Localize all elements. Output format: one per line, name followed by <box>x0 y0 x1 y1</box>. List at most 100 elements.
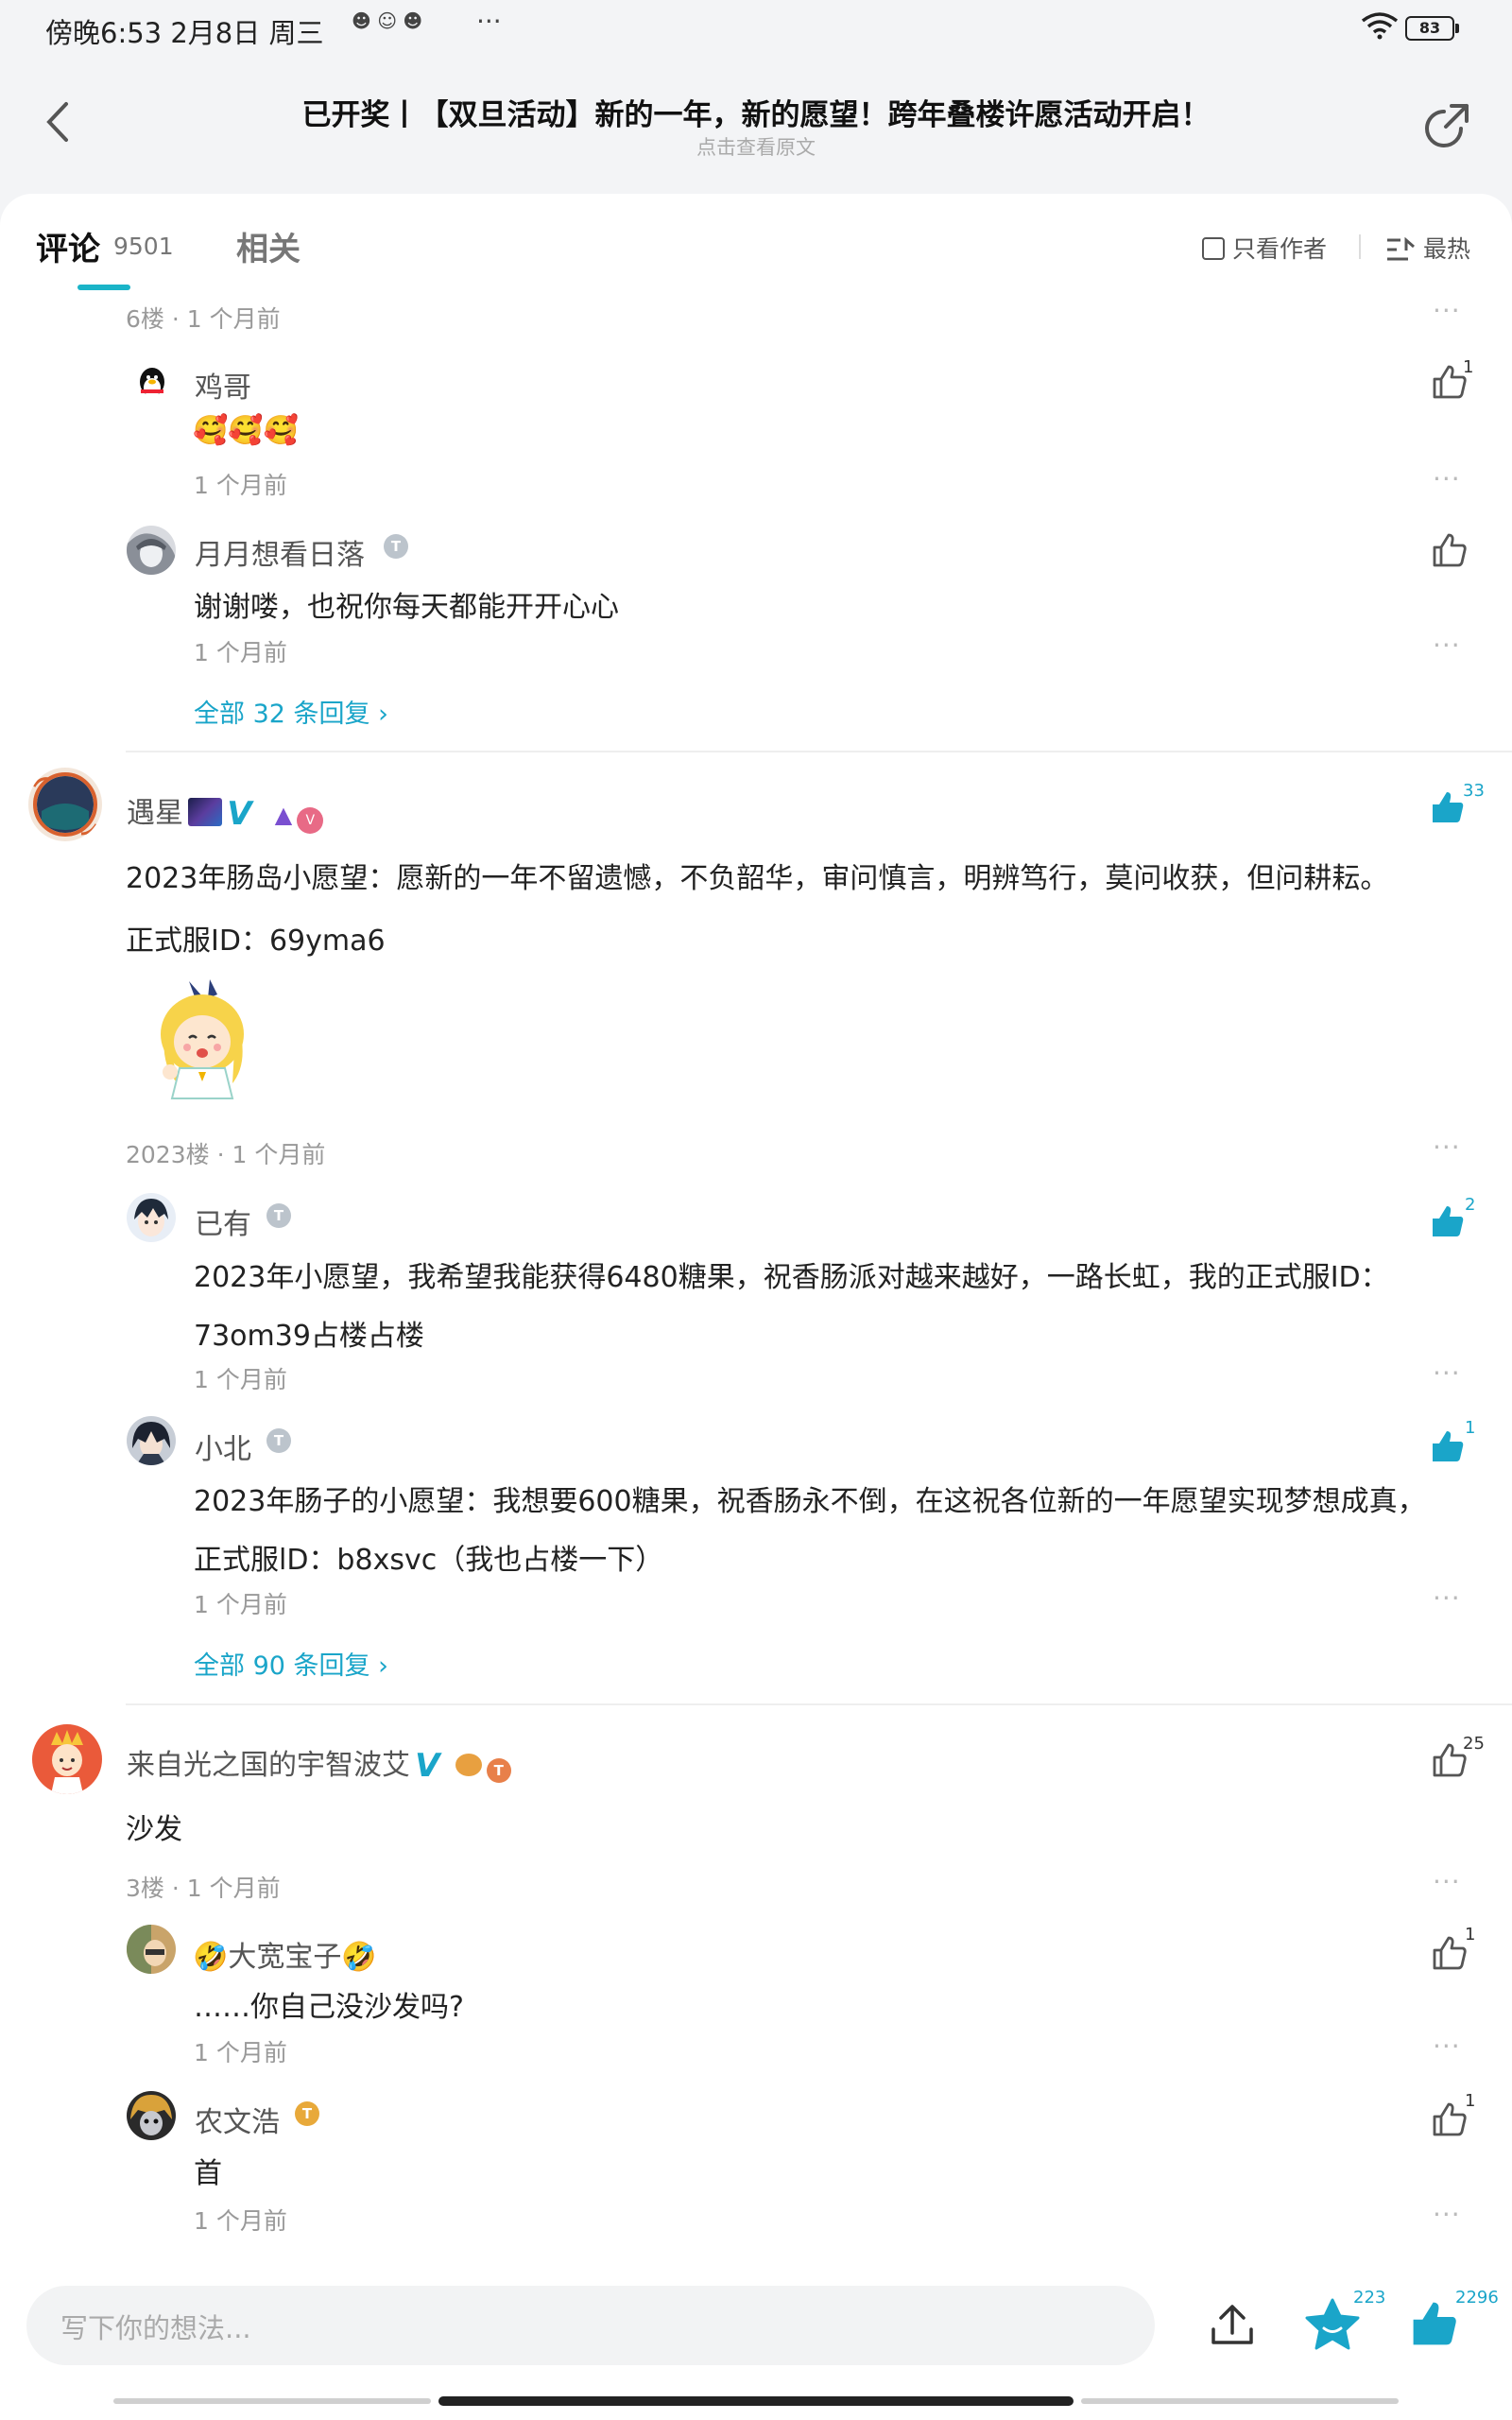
reply-text: 73om39占楼占楼 <box>194 1320 424 1353</box>
reply-text: 谢谢喽，也祝你每天都能开开心心 <box>194 591 619 624</box>
user-name-row: 遇星 V ▲ V <box>127 789 324 834</box>
status-more-icon: ··· <box>476 6 502 37</box>
only-author-toggle[interactable]: 只看作者 <box>1202 231 1327 265</box>
verified-v-icon: V <box>227 795 252 833</box>
like-count: 33 <box>1463 781 1485 801</box>
gesture-nav-bar[interactable] <box>113 2396 1399 2406</box>
user-name[interactable]: 🤣大宽宝子🤣 <box>193 1933 377 1975</box>
more-icon[interactable]: ··· <box>1433 630 1461 661</box>
more-icon[interactable]: ··· <box>1433 1866 1461 1897</box>
like-count: 1 <box>1465 1925 1476 1945</box>
like-count: 1 <box>1463 357 1474 377</box>
only-author-label: 只看作者 <box>1232 235 1328 263</box>
view-all-replies-link[interactable]: 全部 32 条回复 › <box>194 693 388 730</box>
tab-related[interactable]: 相关 <box>236 223 301 269</box>
user-name[interactable]: 已有 <box>195 1201 251 1242</box>
floor-meta: 2023楼 · 1 个月前 <box>126 1141 326 1168</box>
more-icon[interactable]: ··· <box>1433 1132 1461 1163</box>
post-title[interactable]: 已开奖丨【双旦活动】新的一年，新的愿望！跨年叠楼许愿活动开启！ <box>0 91 1512 133</box>
level-badge-icon: V <box>297 807 324 834</box>
like-count: 25 <box>1463 1734 1485 1754</box>
user-name[interactable]: 农文浩 <box>195 2099 280 2140</box>
notification-icons: ☻ ☺ ☻ <box>352 9 423 32</box>
like-total-count: 2296 <box>1455 2288 1499 2308</box>
user-name[interactable]: 遇星 <box>127 797 183 830</box>
reply-time: 1 个月前 <box>194 472 287 499</box>
thumb-up-icon[interactable] <box>1429 1202 1467 1240</box>
like-count: 1 <box>1465 1418 1476 1438</box>
more-icon[interactable]: ··· <box>1433 1582 1461 1614</box>
user-name[interactable]: 小北 <box>195 1426 251 1467</box>
more-icon[interactable]: ··· <box>1433 1357 1461 1389</box>
view-original-link[interactable]: 点击查看原文 <box>0 132 1512 161</box>
reply-text: 正式服lD：b8xsvc（我也占楼一下） <box>194 1544 664 1577</box>
reply-time: 1 个月前 <box>194 2207 287 2235</box>
view-all-replies-link[interactable]: 全部 90 条回复 › <box>194 1645 388 1682</box>
avatar[interactable] <box>129 359 176 406</box>
upload-icon[interactable] <box>1208 2301 1257 2350</box>
avatar[interactable] <box>127 1925 176 1974</box>
level-badge-icon: T <box>486 1757 511 1783</box>
avatar[interactable] <box>127 1416 176 1465</box>
checkbox-icon[interactable] <box>1202 237 1225 260</box>
reply-time: 1 个月前 <box>194 2039 287 2066</box>
reply-text: ……你自己没沙发吗? <box>194 1991 464 2024</box>
share-icon[interactable] <box>1423 100 1472 149</box>
reply-time: 1 个月前 <box>194 1366 287 1393</box>
divider <box>126 1703 1512 1705</box>
user-name[interactable]: 鸡哥 <box>195 364 251 406</box>
comment-text: 2023年肠岛小愿望：愿新的一年不留遗憾，不负韶华，审问慎言，明辨笃行，莫问收获… <box>126 862 1389 895</box>
floor-meta: 3楼 · 1 个月前 <box>126 1875 281 1902</box>
reply-time: 1 个月前 <box>194 639 287 666</box>
reply-text: 首 <box>194 2157 222 2190</box>
user-name[interactable]: 月月想看日落 <box>195 531 365 573</box>
thumb-up-icon[interactable] <box>1429 788 1467 826</box>
star-count: 223 <box>1353 2288 1386 2308</box>
reply-text: 2023年肠子的小愿望：我想要600糖果，祝香肠永不倒，在这祝各位新的一年愿望实… <box>194 1485 1426 1518</box>
reply-text: 2023年小愿望，我希望我能获得6480糖果，祝香肠派对越来越好，一路长虹，我的… <box>194 1261 1389 1294</box>
divider <box>126 751 1512 752</box>
comment-text: 正式服ID：69yma6 <box>126 925 386 958</box>
avatar[interactable] <box>127 2091 176 2140</box>
level-badge-icon: T <box>384 534 408 559</box>
more-icon[interactable]: ··· <box>1433 463 1461 494</box>
thumb-up-icon[interactable] <box>1431 2100 1469 2138</box>
avatar[interactable] <box>127 526 176 575</box>
medal-icon <box>455 1754 482 1776</box>
level-badge-icon: T <box>266 1428 291 1453</box>
status-bar: 傍晚6:53 2月8日 周三 ☻ ☺ ☻ ··· 83 <box>0 0 1512 57</box>
avatar[interactable] <box>28 768 102 841</box>
star-icon[interactable] <box>1304 2297 1361 2352</box>
thumb-up-icon[interactable] <box>1431 1934 1469 1972</box>
more-icon[interactable]: ··· <box>1433 2031 1461 2062</box>
reply-time: 1 个月前 <box>194 1591 287 1618</box>
sort-button[interactable]: 最热 <box>1385 231 1470 265</box>
comment-input-placeholder[interactable]: 写下你的想法... <box>60 2307 251 2346</box>
avatar[interactable] <box>127 1193 176 1242</box>
avatar[interactable] <box>32 1724 102 1794</box>
user-name-row: 来自光之国的宇智波艾 V T <box>127 1741 511 1785</box>
battery-indicator: 83 <box>1405 16 1459 41</box>
verified-v-icon: V <box>415 1747 440 1785</box>
level-badge-icon: T <box>295 2101 319 2126</box>
thumb-up-icon[interactable] <box>1429 1427 1467 1465</box>
tab-comments[interactable]: 评论 <box>36 223 100 269</box>
comment-text: 沙发 <box>126 1813 182 1846</box>
status-time: 傍晚6:53 2月8日 周三 <box>45 17 324 49</box>
more-icon[interactable]: ··· <box>1433 295 1461 326</box>
like-count: 1 <box>1465 2091 1476 2111</box>
comments-count: 9501 <box>113 233 174 260</box>
wifi-icon <box>1361 12 1399 40</box>
like-count: 2 <box>1465 1195 1476 1215</box>
thumb-up-icon[interactable] <box>1431 531 1469 569</box>
sort-icon <box>1387 236 1415 261</box>
divider <box>1359 234 1361 259</box>
sort-label: 最热 <box>1423 235 1471 263</box>
tab-active-indicator <box>77 285 130 290</box>
more-icon[interactable]: ··· <box>1433 2199 1461 2230</box>
medal-icon: ▲ <box>274 802 293 828</box>
floor-meta: 6楼 · 1 个月前 <box>126 305 281 333</box>
user-name[interactable]: 来自光之国的宇智波艾 <box>127 1749 410 1782</box>
thumb-up-icon[interactable] <box>1408 2297 1461 2350</box>
anime-sticker-image[interactable] <box>142 974 265 1106</box>
